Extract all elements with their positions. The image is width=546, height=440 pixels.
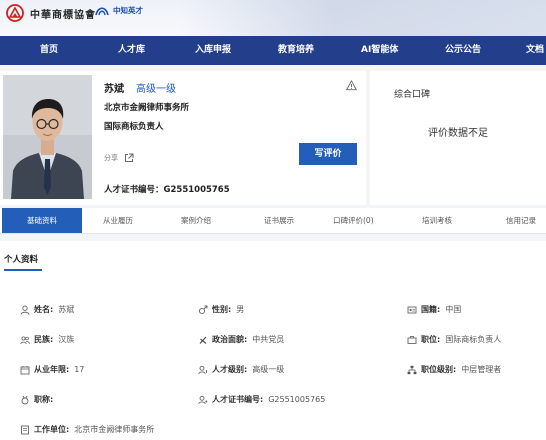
org-chart-icon xyxy=(407,365,417,374)
id-card-icon xyxy=(407,306,417,313)
partner-logo[interactable]: 中知英才 xyxy=(94,3,143,17)
calendar-icon xyxy=(20,365,30,374)
field-name: 姓名: 苏斌 xyxy=(20,304,74,315)
tab-credit-record[interactable]: 信用记录 xyxy=(506,208,536,233)
nav-ai-agent[interactable]: AI智能体 xyxy=(361,36,398,65)
partner-name: 中知英才 xyxy=(113,5,143,15)
field-ethnicity: 民族: 汉族 xyxy=(20,334,74,345)
user-level-icon xyxy=(198,365,207,374)
reputation-empty-message: 评价数据不足 xyxy=(428,128,488,139)
person-icon xyxy=(20,305,30,315)
reputation-panel: 综合口碑 评价数据不足 xyxy=(370,71,546,205)
personal-info-section: 个人资料 姓名: 苏斌 性别: 男 国籍: 中国 民族: 汉族 政治面貌: 中共党员 职位… xyxy=(0,241,546,440)
certificate-value: G2551005765 xyxy=(163,185,230,195)
briefcase-icon xyxy=(407,335,417,344)
field-position: 职位: 国际商标负责人 xyxy=(407,334,501,345)
nav-home[interactable]: 首页 xyxy=(40,36,58,65)
nav-talent-pool[interactable]: 人才库 xyxy=(118,36,145,65)
nav-education[interactable]: 教育培养 xyxy=(278,36,314,65)
reputation-title: 综合口碑 xyxy=(394,90,431,100)
main-nav: 首页 人才库 入库申报 教育培养 AI智能体 公示公告 文档 xyxy=(0,36,546,65)
nav-announcements[interactable]: 公示公告 xyxy=(445,36,481,65)
field-title: 职称: xyxy=(20,394,58,405)
field-nationality: 国籍: 中国 xyxy=(407,304,461,315)
field-certificate: 人才证书编号: G2551005765 xyxy=(198,394,325,405)
partner-emblem-icon xyxy=(95,7,109,16)
share-button[interactable]: 分享 xyxy=(104,153,134,163)
group-icon xyxy=(20,335,30,344)
document-icon xyxy=(21,425,29,434)
medal-icon xyxy=(21,395,29,404)
profile-level: 高级一级 xyxy=(136,84,176,95)
field-gender: 性别: 男 xyxy=(198,304,244,315)
tab-certificates[interactable]: 证书展示 xyxy=(264,208,294,233)
tab-training[interactable]: 培训考核 xyxy=(422,208,452,233)
report-warning-icon[interactable] xyxy=(346,80,357,91)
association-name: 中華商標協會 xyxy=(30,9,96,21)
tab-cases[interactable]: 案例介绍 xyxy=(181,208,211,233)
certificate-label: 人才证书编号： xyxy=(104,185,164,195)
association-logo[interactable]: 中華商標協會 xyxy=(6,4,96,22)
field-talent-level: 人才级别: 高级一级 xyxy=(198,364,284,375)
association-emblem-icon xyxy=(6,4,24,22)
tab-reviews[interactable]: 口碑评价(0) xyxy=(333,208,374,233)
profile-tabs: 基础资料 从业履历 案例介绍 证书展示 口碑评价(0) 培训考核 信用记录 xyxy=(0,208,546,234)
share-label: 分享 xyxy=(104,154,118,162)
profile-photo xyxy=(3,75,92,199)
section-underline xyxy=(4,269,42,271)
tab-career-history[interactable]: 从业履历 xyxy=(103,208,133,233)
profile-organization: 北京市金阙律师事务所 xyxy=(104,103,190,113)
profile-name: 苏斌 xyxy=(104,84,124,95)
skyline-banner xyxy=(180,0,546,36)
field-position-level: 职位级别: 中层管理者 xyxy=(407,364,501,375)
share-icon xyxy=(125,153,134,162)
section-title: 个人资料 xyxy=(4,255,39,265)
tab-basic-info[interactable]: 基础资料 xyxy=(2,208,82,233)
profile-card: 苏斌 高级一级 北京市金阙律师事务所 国际商标负责人 分享 写评价 人才证书编号… xyxy=(0,71,366,205)
user-cert-icon xyxy=(198,395,208,404)
nav-apply[interactable]: 入库申报 xyxy=(195,36,231,65)
gender-icon xyxy=(198,305,208,314)
field-political-status: 政治面貌: 中共党员 xyxy=(198,334,284,345)
field-work-unit: 工作单位: 北京市金阙律师事务所 xyxy=(20,424,154,435)
party-emblem-icon xyxy=(199,336,207,344)
field-years: 从业年限: 17 xyxy=(20,364,84,375)
profile-role: 国际商标负责人 xyxy=(104,122,164,132)
nav-documents[interactable]: 文档 xyxy=(526,36,544,65)
certificate-number: 人才证书编号：G2551005765 xyxy=(104,183,230,195)
write-review-button[interactable]: 写评价 xyxy=(299,143,357,165)
site-header: 中華商標協會 中知英才 xyxy=(0,0,546,36)
